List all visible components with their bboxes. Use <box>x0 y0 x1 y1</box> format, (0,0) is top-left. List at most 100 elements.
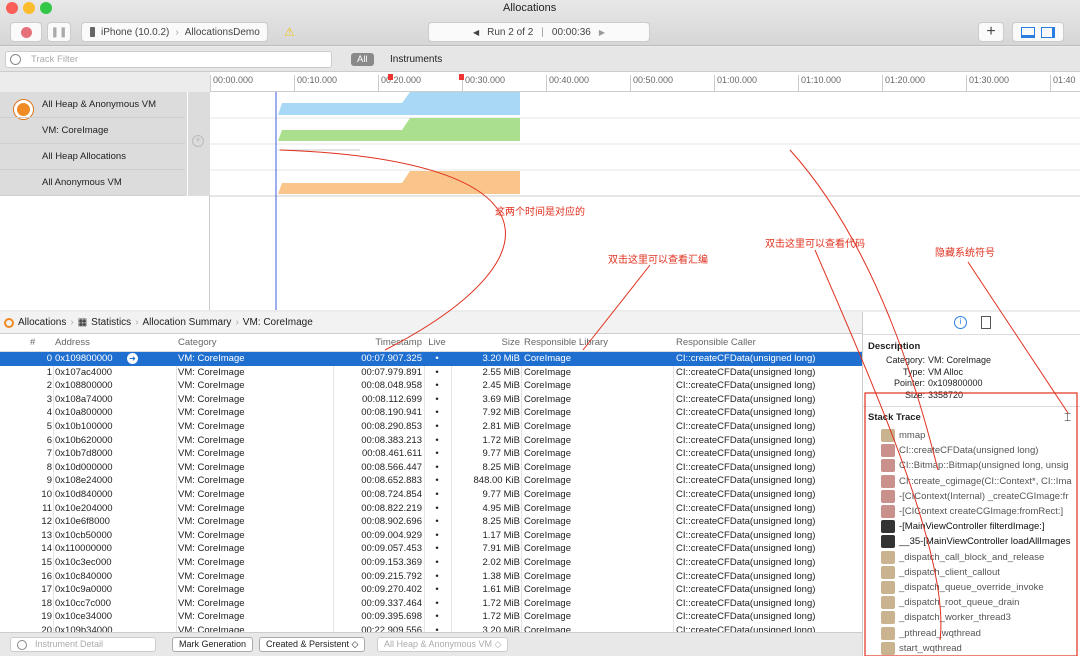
track-label: All Heap & Anonymous VM <box>42 99 157 110</box>
mark-generation-button[interactable]: Mark Generation <box>172 637 254 652</box>
instruments-tab[interactable]: Instruments <box>390 54 442 65</box>
table-row[interactable]: 6 0x10b620000 VM: CoreImage 00:08.383.213 • 1… <box>0 434 862 448</box>
instrument-detail-input[interactable]: Instrument Detail <box>10 637 156 652</box>
column-header-responsible-caller[interactable]: Responsible Caller <box>676 334 860 352</box>
table-row[interactable]: 9 0x108e24000 VM: CoreImage 00:08.652.883 • 8… <box>0 474 862 488</box>
stack-frame-label: mmap <box>899 430 926 441</box>
target-selector[interactable]: iPhone (10.0.2) › AllocationsDemo <box>81 22 268 42</box>
table-row[interactable]: 2 0x108800000 VM: CoreImage 00:08.048.958 • 2… <box>0 379 862 393</box>
run-label: Run 2 of 2 <box>487 26 534 38</box>
table-row[interactable]: 18 0x10cc7c000 VM: CoreImage 00:09.337.464 •… <box>0 597 862 611</box>
cell-responsible-caller: CI::createCFData(unsigned long) <box>676 597 816 609</box>
breadcrumb-statistics[interactable]: Statistics <box>91 317 131 328</box>
all-tab[interactable]: All <box>351 53 374 66</box>
view-toggle[interactable] <box>1012 22 1064 42</box>
ruler-tick: 00:10.000 <box>294 75 337 92</box>
table-row[interactable]: 3 0x108a74000 VM: CoreImage 00:08.112.699 • 3… <box>0 393 862 407</box>
column-header-responsible-library[interactable]: Responsible Library <box>524 334 672 352</box>
table-row[interactable]: 19 0x10ce34000 VM: CoreImage 00:09.395.698 •… <box>0 610 862 624</box>
stack-frame[interactable]: -[CIContext createCGImage:fromRect:] <box>881 504 1063 519</box>
record-button[interactable] <box>10 22 42 42</box>
table-row[interactable]: 14 0x110000000 VM: CoreImage 00:09.057.453 •… <box>0 542 862 556</box>
window-title: Allocations <box>503 2 557 14</box>
breadcrumb-allocations[interactable]: Allocations <box>18 317 66 328</box>
column-header-size[interactable]: Size <box>452 334 520 352</box>
stack-frame[interactable]: _pthread_wqthread <box>881 626 981 641</box>
column-header-category[interactable]: Category <box>178 334 328 352</box>
track-all-heap-anon-vm[interactable]: All Heap & Anonymous VM <box>0 92 185 118</box>
stack-frame[interactable]: start_wqthread <box>881 641 962 656</box>
stack-frame[interactable]: -[CIContext(Internal) _createCGImage:fr <box>881 489 1068 504</box>
cell-responsible-library: CoreImage <box>524 597 571 609</box>
table-row[interactable]: 5 0x10b100000 VM: CoreImage 00:08.290.853 • 2… <box>0 420 862 434</box>
hide-system-symbols-icon[interactable]: ⌶ <box>1064 410 1071 425</box>
table-row[interactable]: 8 0x10d000000 VM: CoreImage 00:08.566.447 • 8… <box>0 461 862 475</box>
extended-detail-icon[interactable]: i <box>954 316 967 329</box>
field-value: 0x109800000 <box>928 378 983 388</box>
document-icon[interactable] <box>981 316 991 329</box>
cell-responsible-caller: CI::createCFData(unsigned long) <box>676 434 816 446</box>
track-vm-coreimage[interactable]: VM: CoreImage <box>0 118 185 144</box>
column-header-live[interactable]: Live <box>424 334 450 352</box>
stack-frame[interactable]: mmap <box>881 428 925 443</box>
flag-marker-icon[interactable] <box>459 74 464 80</box>
stack-frame[interactable]: _dispatch_worker_thread3 <box>881 610 1011 625</box>
right-panel-icon[interactable] <box>1041 26 1055 38</box>
column-header-timestamp[interactable]: Timestamp <box>334 334 422 352</box>
stack-frame[interactable]: -[MainViewController filterdImage:] <box>881 519 1045 534</box>
table-row[interactable]: 17 0x10c9a0000 VM: CoreImage 00:09.270.402 •… <box>0 583 862 597</box>
table-row[interactable]: 10 0x10d840000 VM: CoreImage 00:08.724.854 •… <box>0 488 862 502</box>
breadcrumb-allocation-summary[interactable]: Allocation Summary <box>143 317 232 328</box>
created-persistent-select[interactable]: Created & Persistent ◇ <box>259 637 366 652</box>
table-row[interactable]: 12 0x10e6f8000 VM: CoreImage 00:08.902.696 •… <box>0 515 862 529</box>
stack-trace-heading: Stack Trace <box>868 412 921 423</box>
stack-frame[interactable]: _dispatch_client_callout <box>881 565 1000 580</box>
timeline-graph[interactable] <box>210 92 1080 310</box>
table-row[interactable]: 16 0x10c840000 VM: CoreImage 00:09.215.792 •… <box>0 570 862 584</box>
minimize-button[interactable] <box>23 2 35 14</box>
cell-: 9 <box>46 475 52 487</box>
heap-type-select[interactable]: All Heap & Anonymous VM ◇ <box>377 637 509 652</box>
stack-trace-list: mmapCI::createCFData(unsigned long) CI::B… <box>863 428 1080 656</box>
cell-live: • <box>435 380 439 392</box>
table-row[interactable]: 15 0x10c3ec000 VM: CoreImage 00:09.153.369 •… <box>0 556 862 570</box>
stack-frame[interactable]: CI::create_cgimage(CI::Context*, CI::Ima <box>881 474 1072 489</box>
cell-timestamp: 00:09.215.792 <box>361 570 422 582</box>
add-track-icon[interactable]: + <box>192 135 204 147</box>
column-header-index[interactable]: # <box>30 334 35 352</box>
table-row[interactable]: 13 0x10cb50000 VM: CoreImage 00:09.004.929 •… <box>0 529 862 543</box>
stack-frame[interactable]: CI::createCFData(unsigned long) <box>881 443 1038 458</box>
track-all-anonymous-vm[interactable]: All Anonymous VM <box>0 170 185 196</box>
table-row[interactable]: 1 0x107ac4000 VM: CoreImage 00:07.979.891 • 2… <box>0 366 862 380</box>
stack-frame[interactable]: _dispatch_root_queue_drain <box>881 595 1019 610</box>
cell-live: • <box>435 393 439 405</box>
table-row[interactable]: 0 0x109800000 VM: CoreImage 00:07.907.325 • 3… <box>0 352 862 366</box>
previous-run-button[interactable]: ◀ <box>473 28 479 37</box>
cell-address: 0x10cb50000 <box>55 529 113 541</box>
table-row[interactable]: 4 0x10a800000 VM: CoreImage 00:08.190.941 • 7… <box>0 406 862 420</box>
add-instrument-button[interactable]: + <box>978 22 1004 42</box>
pause-button[interactable]: ❚❚ <box>47 22 71 42</box>
next-run-button[interactable]: ▶ <box>599 28 605 37</box>
flag-marker-icon[interactable] <box>388 74 393 80</box>
bottom-panel-icon[interactable] <box>1021 26 1035 38</box>
table-row[interactable]: 11 0x10e204000 VM: CoreImage 00:08.822.219 •… <box>0 502 862 516</box>
close-button[interactable] <box>6 2 18 14</box>
stack-frame[interactable]: _dispatch_call_block_and_release <box>881 550 1044 565</box>
track-list-empty <box>0 196 210 310</box>
time-ruler[interactable]: 00:00.000 00:10.000 00:20.000 00:30.000 00:4… <box>210 72 1080 92</box>
column-header-address[interactable]: Address <box>55 334 175 352</box>
track-all-heap-allocations[interactable]: All Heap Allocations <box>0 144 185 170</box>
stack-frame[interactable]: CI::Bitmap::Bitmap(unsigned long, unsig <box>881 458 1069 473</box>
run-navigator[interactable]: ◀ Run 2 of 2 | 00:00:36 ▶ <box>428 22 650 42</box>
stack-frame[interactable]: __35-[MainViewController loadAllImages <box>881 534 1070 549</box>
table-row[interactable]: 7 0x10b7d8000 VM: CoreImage 00:08.461.611 • 9… <box>0 447 862 461</box>
track-filter-input[interactable]: Track Filter <box>5 51 332 68</box>
table-row[interactable]: 20 0x109b34000 VM: CoreImage 00:22.909.556 •… <box>0 624 862 632</box>
stack-frame[interactable]: _dispatch_queue_override_invoke <box>881 580 1044 595</box>
cell-timestamp: 00:09.395.698 <box>361 611 422 623</box>
zoom-button[interactable] <box>40 2 52 14</box>
cell-live: • <box>435 488 439 500</box>
focus-arrow-icon[interactable]: ➜ <box>127 353 138 364</box>
breadcrumb-vm-coreimage[interactable]: VM: CoreImage <box>243 317 313 328</box>
